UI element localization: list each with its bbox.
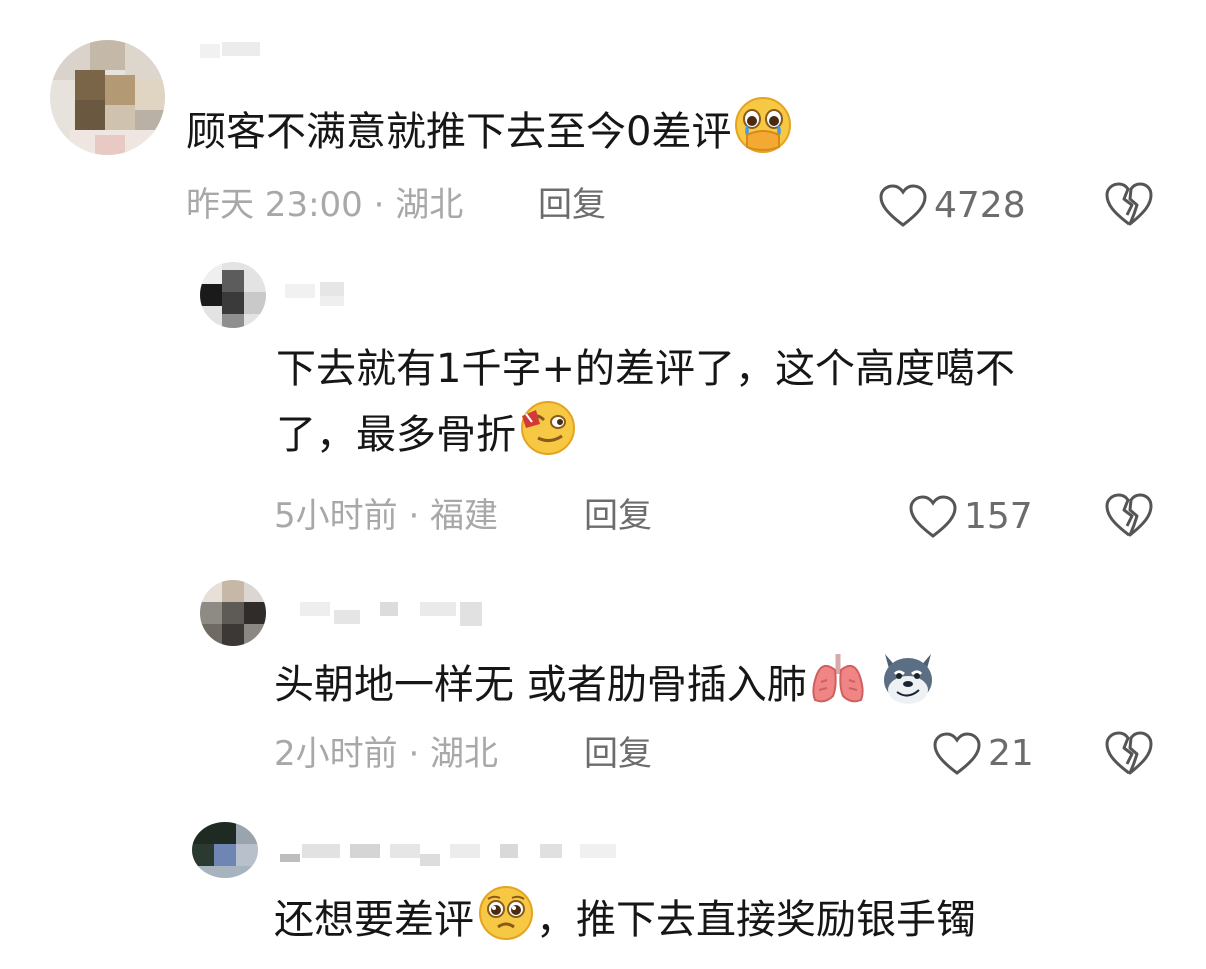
dog-face-emoji-icon bbox=[877, 650, 939, 724]
comment-4: 还想要差评 ，推下去直接奖励银手镯 bbox=[0, 810, 1206, 969]
comment-text: 还想要差评 ，推下去直接奖励银手镯 bbox=[274, 885, 976, 959]
pleading-face-emoji-icon bbox=[476, 885, 536, 959]
comment-text-part-2: ，推下去直接奖励银手镯 bbox=[536, 897, 976, 943]
avatar[interactable] bbox=[192, 822, 258, 878]
like-count: 21 bbox=[988, 733, 1034, 774]
comment-text-line-1: 下去就有1千字+的差评了，这个高度噶不 bbox=[276, 346, 1015, 392]
username[interactable] bbox=[300, 600, 485, 626]
reply-button[interactable]: 回复 bbox=[538, 185, 606, 225]
dislike-button[interactable] bbox=[1104, 730, 1154, 780]
username[interactable] bbox=[200, 40, 280, 66]
comment-1: 顾客不满意就推下去至今0差评 昨天 23:00 · 湖北 回复 4728 bbox=[0, 0, 1206, 240]
broken-heart-icon bbox=[1105, 182, 1153, 226]
dislike-button[interactable] bbox=[1104, 492, 1154, 542]
heart-icon bbox=[879, 184, 927, 227]
smirk-with-tongue-emoji-icon bbox=[518, 400, 578, 474]
comment-2: 下去就有1千字+的差评了，这个高度噶不 了，最多骨折 5小时前 · 福建 回复 … bbox=[0, 250, 1206, 550]
lungs-emoji-icon bbox=[809, 650, 867, 724]
avatar[interactable] bbox=[200, 580, 266, 646]
comment-meta: 昨天 23:00 · 湖北 回复 bbox=[186, 185, 686, 225]
timestamp-location: 2小时前 · 湖北 bbox=[274, 734, 499, 774]
comment-text: 顾客不满意就推下去至今0差评 bbox=[186, 97, 793, 171]
username[interactable] bbox=[280, 842, 620, 868]
timestamp-location: 昨天 23:00 · 湖北 bbox=[186, 185, 464, 225]
heart-icon bbox=[933, 732, 981, 775]
comment-meta: 2小时前 · 湖北 回复 bbox=[274, 734, 774, 774]
reply-button[interactable]: 回复 bbox=[584, 496, 652, 536]
dislike-button[interactable] bbox=[1104, 181, 1154, 231]
reply-button[interactable]: 回复 bbox=[584, 734, 652, 774]
like-button[interactable]: 21 bbox=[932, 732, 1034, 776]
crying-hands-over-mouth-emoji-icon bbox=[733, 97, 793, 171]
username[interactable] bbox=[285, 280, 365, 306]
like-count: 157 bbox=[964, 496, 1033, 537]
avatar[interactable] bbox=[50, 40, 165, 155]
comment-text: 下去就有1千字+的差评了，这个高度噶不 了，最多骨折 bbox=[276, 338, 1015, 474]
like-button[interactable]: 157 bbox=[908, 495, 1033, 539]
heart-icon bbox=[909, 495, 957, 538]
comment-3: 头朝地一样无 或者肋骨插入肺 2小时前 · 湖北 回复 21 bbox=[0, 570, 1206, 790]
avatar[interactable] bbox=[200, 262, 266, 328]
comment-text-line-2: 了，最多骨折 bbox=[276, 412, 516, 458]
comment-text-part-1: 还想要差评 bbox=[274, 897, 474, 943]
broken-heart-icon bbox=[1105, 731, 1153, 775]
like-count: 4728 bbox=[934, 185, 1026, 226]
comment-text: 头朝地一样无 或者肋骨插入肺 bbox=[274, 650, 939, 724]
comment-meta: 5小时前 · 福建 回复 bbox=[274, 496, 774, 536]
broken-heart-icon bbox=[1105, 493, 1153, 537]
timestamp-location: 5小时前 · 福建 bbox=[274, 496, 499, 536]
comment-text-content: 头朝地一样无 或者肋骨插入肺 bbox=[274, 662, 807, 708]
like-button[interactable]: 4728 bbox=[878, 184, 1026, 228]
comment-text-content: 顾客不满意就推下去至今0差评 bbox=[186, 109, 732, 155]
